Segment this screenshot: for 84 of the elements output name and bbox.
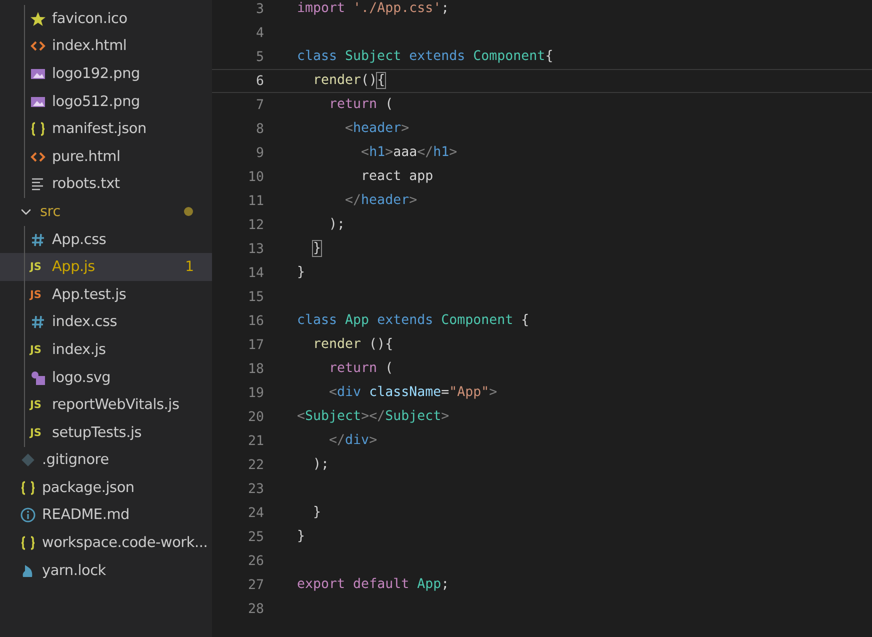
code-line: } — [312, 240, 322, 258]
file-item[interactable]: robots.txt — [0, 170, 212, 198]
info-icon — [20, 507, 36, 524]
code-line: render (){ — [312, 336, 394, 354]
file-item[interactable]: .gitignore — [0, 446, 212, 474]
file-item[interactable]: App.css — [0, 226, 212, 254]
line-number: 23 — [246, 482, 264, 496]
file-item[interactable]: favicon.ico — [0, 5, 212, 33]
file-item[interactable]: logo.svg — [0, 364, 212, 392]
code-line: <header> — [344, 120, 410, 138]
braces-icon — [20, 535, 36, 552]
line-number: 18 — [246, 362, 264, 376]
line-number: 12 — [246, 218, 264, 232]
code-line: ); — [312, 456, 330, 474]
line-number: 28 — [246, 602, 264, 616]
code-line: <div className="App"> — [328, 384, 498, 402]
line-number: 3 — [254, 2, 264, 16]
js-icon: JS — [30, 399, 46, 412]
code-line: return ( — [328, 96, 394, 114]
modified-dot — [184, 207, 193, 216]
code-line: class Subject extends Component{ — [297, 48, 554, 66]
line-number: 13 — [246, 242, 264, 256]
file-item[interactable]: JS setupTests.js — [0, 418, 212, 446]
braces-icon — [20, 480, 36, 496]
line-number: 16 — [246, 314, 264, 328]
line-number: 9 — [254, 146, 264, 160]
code-line: export default App; — [297, 576, 450, 594]
code-line: ); — [328, 216, 346, 234]
line-number: 26 — [246, 554, 264, 568]
line-number: 6 — [254, 74, 264, 88]
shapes-icon — [30, 370, 46, 386]
code-line: <Subject></Subject> — [297, 408, 450, 426]
code-line: } — [312, 504, 322, 522]
file-item[interactable]: yarn.lock — [0, 556, 212, 584]
line-number: 22 — [246, 458, 264, 472]
file-item[interactable]: JS App.test.js — [0, 280, 212, 309]
file-item[interactable]: manifest.json — [0, 115, 212, 143]
problem-count: 1 — [185, 259, 194, 276]
file-item[interactable]: JS index.js — [0, 336, 212, 364]
line-number: 10 — [246, 170, 264, 184]
line-number: 17 — [246, 338, 264, 352]
code-line: </header> — [344, 192, 418, 210]
js-icon: JS — [30, 261, 46, 274]
line-number: 11 — [246, 194, 264, 208]
line-number: 4 — [254, 26, 264, 40]
code-line: } — [297, 264, 306, 282]
line-number: 19 — [246, 386, 264, 400]
file-item[interactable]: workspace.code-work... — [0, 529, 212, 557]
code-line: <h1>aaa</h1> — [360, 144, 458, 162]
file-item[interactable]: index.css — [0, 308, 212, 336]
code-line: import './App.css'; — [297, 0, 450, 18]
code-line: render(){ — [312, 72, 386, 90]
lines-icon — [30, 176, 46, 192]
file-item[interactable]: logo192.png — [0, 60, 212, 88]
line-number: 14 — [246, 266, 264, 280]
folder-item[interactable]: src — [0, 198, 212, 226]
code-line: } — [297, 528, 306, 546]
hash-icon — [30, 314, 46, 330]
file-item[interactable]: logo512.png — [0, 88, 212, 116]
file-item[interactable]: index.html — [0, 32, 212, 60]
line-number: 25 — [246, 530, 264, 544]
js-icon: JS — [30, 426, 46, 439]
code-line: </div> — [328, 432, 378, 450]
js-icon: JS — [30, 344, 46, 356]
braces-icon — [30, 121, 46, 138]
line-number: 21 — [246, 434, 264, 448]
file-item[interactable]: package.json — [0, 474, 212, 502]
code-line: return ( — [328, 360, 394, 378]
line-number: 24 — [246, 506, 264, 520]
line-number: 8 — [254, 122, 264, 136]
line-number: 7 — [254, 98, 264, 112]
line-number: 15 — [246, 290, 264, 304]
js-icon: JS — [30, 288, 46, 301]
line-number: 27 — [246, 578, 264, 592]
file-item[interactable]: JS reportWebVitals.js — [0, 391, 212, 419]
file-item[interactable]: README.md — [0, 502, 212, 530]
file-item[interactable]: JS App.js 1 — [0, 253, 212, 281]
hash-icon — [30, 232, 46, 248]
code-line: react app — [360, 168, 434, 186]
file-item[interactable]: pure.html — [0, 142, 212, 171]
line-number: 20 — [246, 410, 264, 424]
line-number: 5 — [254, 50, 264, 64]
code-line: class App extends Component { — [297, 312, 530, 330]
star-icon — [30, 10, 46, 27]
